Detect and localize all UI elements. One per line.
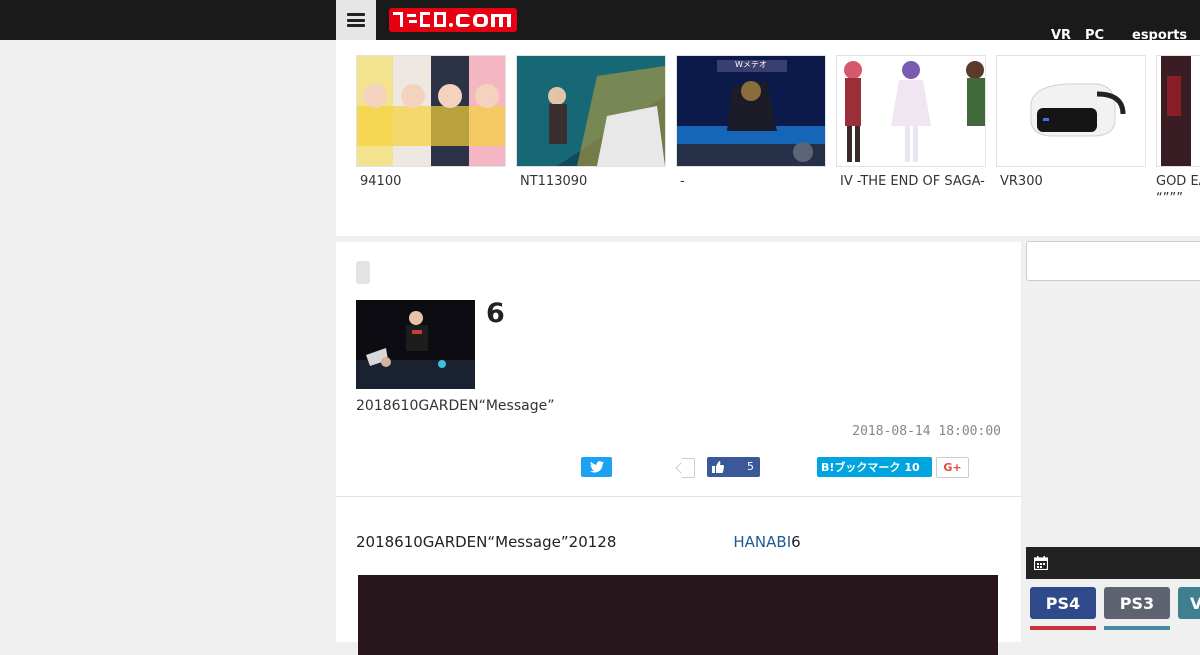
category-tag[interactable] [356, 261, 370, 284]
article-title: 6 [486, 298, 505, 329]
carousel-thumbnail [516, 55, 666, 167]
menu-button[interactable] [336, 0, 376, 40]
carousel-item[interactable]: 94100 [356, 55, 506, 190]
article-hero-image [358, 575, 998, 655]
calendar-icon [1034, 556, 1048, 570]
news-carousel: 94100 NT113090 Wメテオ - IV -THE END OF SAG… [336, 40, 1200, 236]
carousel-thumbnail: Wメテオ [676, 55, 826, 167]
platform-vita-button[interactable]: V [1178, 587, 1200, 619]
sidebar-search-input[interactable] [1026, 241, 1200, 281]
twitter-bird-icon [589, 461, 604, 473]
article-date: 2018-08-14 18:00:00 [852, 424, 1001, 439]
article-card: 6 2018610GARDEN“Message” 2018-08-14 18:0… [336, 242, 1021, 655]
facebook-like-button[interactable]: 5 [707, 457, 760, 477]
carousel-item[interactable]: IV -THE END OF SAGA- [836, 55, 986, 190]
article-body-text-end: 6 [791, 533, 801, 551]
carousel-thumbnail [996, 55, 1146, 167]
platform-ps4-button[interactable]: PS4 [1030, 587, 1096, 619]
platform-vita-label: V [1190, 593, 1200, 613]
famitsu-logo[interactable] [389, 6, 519, 34]
carousel-thumbnail [356, 55, 506, 167]
hatena-bookmark-button[interactable]: B!ブックマーク 10 [817, 457, 932, 477]
carousel-caption: IV -THE END OF SAGA- [840, 174, 985, 189]
carousel-thumbnail [1156, 55, 1200, 167]
carousel-caption: NT113090 [520, 174, 588, 189]
twitter-share-button[interactable] [581, 457, 612, 477]
platform-ps3-button[interactable]: PS3 [1104, 587, 1170, 619]
hatena-count: 10 [904, 460, 920, 474]
hatena-label: B!ブックマーク [821, 461, 901, 474]
carousel-caption: GOD EA “””” [1156, 174, 1200, 206]
article-divider [336, 496, 1021, 497]
hanabi-link[interactable]: HANABI [733, 533, 791, 551]
share-buttons: 5 B!ブックマーク 10 G+ [336, 456, 1021, 478]
carousel-caption: 94100 [360, 174, 402, 189]
carousel-thumbnail [836, 55, 986, 167]
platform-switch-button-edge[interactable] [1030, 626, 1096, 630]
carousel-item[interactable]: VR300 [996, 55, 1146, 190]
hamburger-icon [347, 13, 365, 27]
carousel-item[interactable]: Wメテオ - [676, 55, 826, 190]
release-calendar-header [1026, 547, 1200, 579]
like-count: 5 [747, 460, 754, 473]
carousel-overlay-text: Wメテオ [735, 60, 767, 69]
platform-ps4-label: PS4 [1045, 593, 1081, 613]
article-body-text: 2018610GARDEN“Message”20128 [356, 533, 617, 551]
thumbs-up-icon [712, 461, 724, 473]
google-plus-button[interactable]: G+ [936, 457, 969, 478]
article-thumbnail[interactable] [356, 300, 475, 389]
carousel-item[interactable]: NT113090 [516, 55, 666, 190]
platform-3ds-button-edge[interactable] [1104, 626, 1170, 630]
google-plus-icon: G+ [943, 461, 962, 474]
article-lead: 2018610GARDEN“Message” [356, 398, 555, 414]
pocket-count-bubble [675, 458, 695, 478]
carousel-caption: VR300 [1000, 174, 1043, 189]
carousel-caption: - [680, 174, 685, 189]
platform-ps3-label: PS3 [1119, 593, 1155, 613]
top-bar [0, 0, 1200, 40]
article-body: 2018610GARDEN“Message”20128 HANABI6 [356, 533, 801, 551]
carousel-item[interactable]: GOD EA “””” [1156, 55, 1200, 207]
